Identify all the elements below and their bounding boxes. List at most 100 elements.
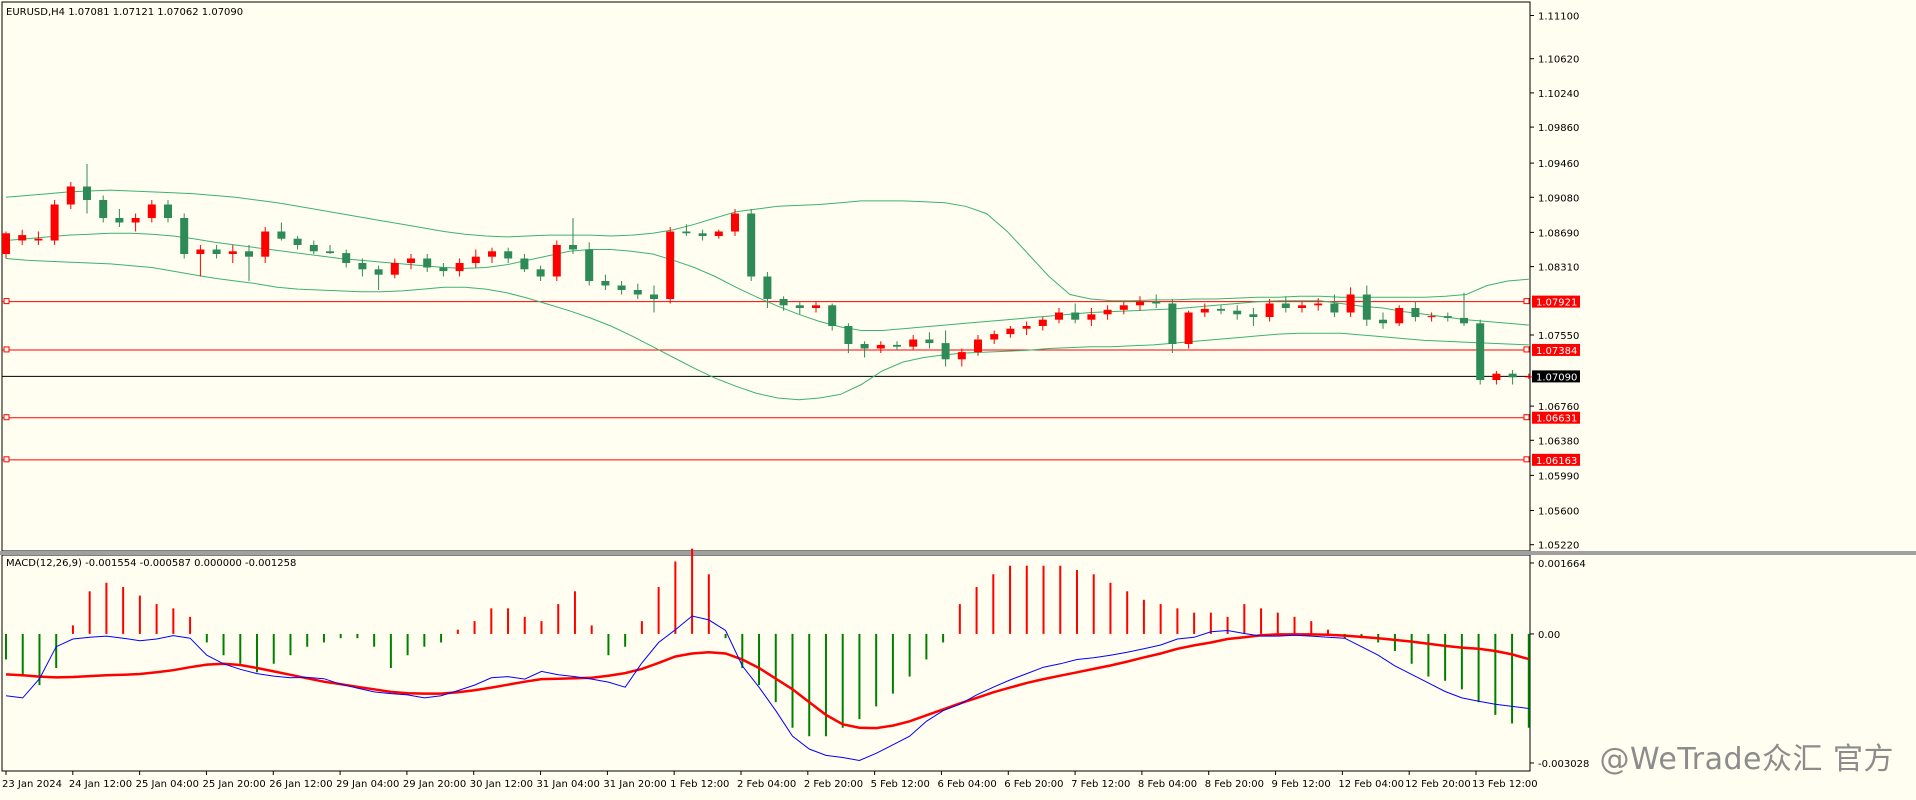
price-tick-label: 1.08310 [1538, 263, 1579, 274]
candle-body [1249, 314, 1258, 317]
level-price-label: 1.07921 [1536, 298, 1577, 309]
candle-body [844, 326, 853, 344]
time-tick-label: 5 Feb 12:00 [871, 779, 930, 790]
candle [747, 209, 756, 281]
time-tick-label: 31 Jan 20:00 [603, 779, 666, 790]
candle-body [50, 204, 59, 241]
time-tick-label: 30 Jan 12:00 [470, 779, 533, 790]
candle-body [342, 253, 351, 263]
candle-body [779, 299, 788, 306]
candle-body [455, 263, 464, 272]
candle-body [569, 245, 577, 250]
price-tick-label: 1.06760 [1538, 402, 1579, 413]
price-axis: 1.11100 1.10620 1.10240 1.09860 1.09460 1.090… [1530, 12, 1579, 552]
time-tick-label: 29 Jan 04:00 [336, 779, 399, 790]
candle-body [617, 285, 626, 290]
candle [1476, 319, 1485, 385]
time-tick-label: 8 Feb 04:00 [1138, 779, 1197, 790]
price-tick-label: 1.09080 [1538, 193, 1579, 204]
candle-body [633, 290, 642, 295]
candle-body [650, 294, 658, 299]
candle-body [536, 269, 545, 277]
time-tick-label: 7 Feb 12:00 [1071, 779, 1130, 790]
candle-body [164, 204, 172, 218]
price-tick-label: 1.09860 [1538, 123, 1579, 134]
panel-splitter [0, 551, 1916, 555]
candle-body [1362, 294, 1371, 320]
candle-body [682, 231, 691, 234]
candle-body [277, 231, 286, 239]
candle-body [520, 258, 529, 270]
time-tick-label: 12 Feb 04:00 [1338, 779, 1404, 790]
macd-tick-label: 0.001664 [1538, 559, 1586, 570]
candle-body [1006, 328, 1015, 335]
candle-body [1103, 309, 1112, 315]
candle-body [925, 339, 934, 344]
candle-body [83, 186, 91, 200]
price-tick-label: 1.05600 [1538, 507, 1579, 518]
time-tick-label: 29 Jan 20:00 [403, 779, 466, 790]
candle-body [1330, 303, 1339, 313]
candle-body [747, 213, 756, 277]
candle-body [1281, 303, 1290, 308]
candle [180, 213, 189, 259]
price-tick-label: 1.08690 [1538, 228, 1579, 239]
price-tick-label: 1.10620 [1538, 55, 1579, 66]
candle-body [1136, 301, 1144, 306]
price-tick-label: 1.05220 [1538, 541, 1579, 552]
candle-body [228, 251, 237, 254]
candle-body [876, 344, 885, 349]
candle-body [245, 251, 253, 257]
time-tick-label: 25 Jan 04:00 [136, 779, 199, 790]
price-tick-label: 1.07550 [1538, 331, 1579, 342]
time-tick-label: 9 Feb 12:00 [1272, 779, 1331, 790]
candle-body [374, 269, 383, 275]
chart-info-text: EURUSD,H4 1.07081 1.07121 1.07062 1.0709… [6, 7, 243, 18]
time-tick-label: 26 Jan 12:00 [269, 779, 332, 790]
candle-body [585, 249, 594, 281]
candle-body [504, 251, 513, 259]
candle-body [18, 235, 27, 241]
candle-body [180, 218, 189, 254]
time-tick-label: 25 Jan 20:00 [202, 779, 265, 790]
chart-root: 1.07921 1.07384 1.06631 1.06163 1.07090 1.11… [0, 0, 1916, 796]
candle-body [795, 305, 804, 308]
candle-body [957, 352, 966, 360]
candle-body [1217, 308, 1225, 311]
time-tick-label: 24 Jan 12:00 [69, 779, 132, 790]
time-tick-label: 6 Feb 20:00 [1004, 779, 1063, 790]
main-panel [0, 1, 1916, 772]
candle-body [1055, 312, 1063, 320]
candle-body [2, 233, 10, 254]
candle-body [974, 339, 982, 353]
candle-body [1119, 305, 1128, 310]
candle-body [698, 233, 707, 236]
time-tick-label: 6 Feb 04:00 [937, 779, 996, 790]
candle-body [1476, 323, 1485, 380]
candle [1395, 305, 1404, 326]
candle-body [66, 186, 75, 205]
candle-body [1492, 373, 1501, 380]
candle [666, 227, 675, 304]
current-price-label: 1.07090 [1536, 372, 1577, 383]
macd-tick-label: -0.003028 [1538, 759, 1589, 770]
candle-body [1524, 376, 1533, 378]
candle-body [131, 218, 140, 223]
candle-body [1265, 303, 1274, 317]
candle-body [147, 204, 156, 218]
time-tick-label: 12 Feb 20:00 [1405, 779, 1471, 790]
candle-body [1168, 303, 1177, 344]
chart-canvas[interactable]: 1.07921 1.07384 1.06631 1.06163 1.07090 1.11… [0, 0, 1916, 796]
candle-body [1395, 308, 1404, 324]
candle-body [261, 231, 270, 257]
candle [552, 240, 561, 281]
price-tick-label: 1.11100 [1538, 12, 1579, 23]
candle-body [909, 339, 918, 347]
candle-body [1346, 294, 1355, 313]
level-anchor [3, 414, 10, 421]
price-tick-label: 1.09460 [1538, 159, 1579, 170]
level-anchor [1523, 346, 1530, 353]
candle-body [488, 251, 496, 257]
time-axis: 23 Jan 2024 24 Jan 12:00 25 Jan 04:00 25 Ja… [2, 771, 1538, 790]
candle-body [1233, 310, 1242, 315]
